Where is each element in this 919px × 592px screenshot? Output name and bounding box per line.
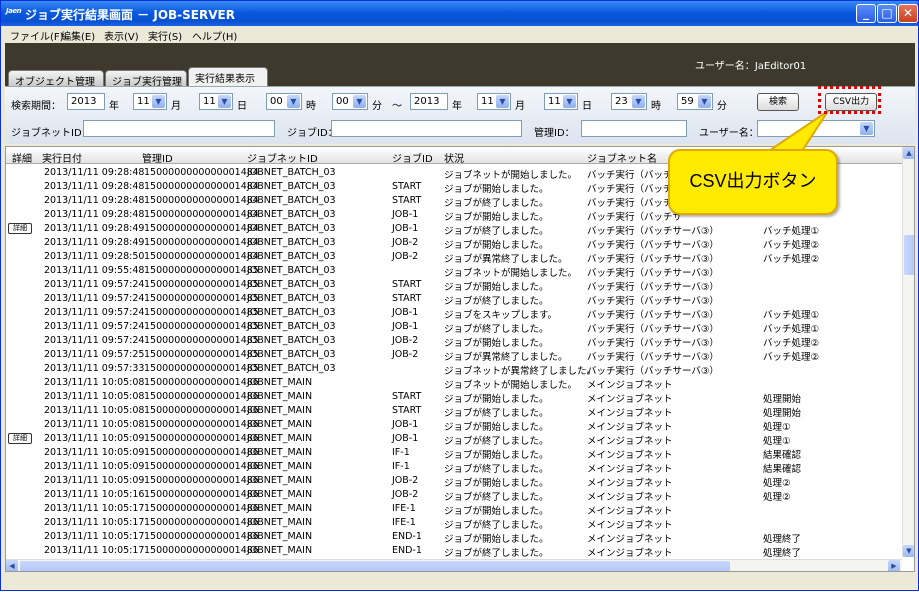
csv-button-highlight xyxy=(818,86,881,114)
callout-pointer xyxy=(748,110,829,173)
app-window: Jaen ジョブ実行結果画面 － JOB-SERVER _ □ ✕ ファイル(F… xyxy=(0,0,919,591)
csv-button-callout: CSV出力ボタン xyxy=(668,149,838,215)
